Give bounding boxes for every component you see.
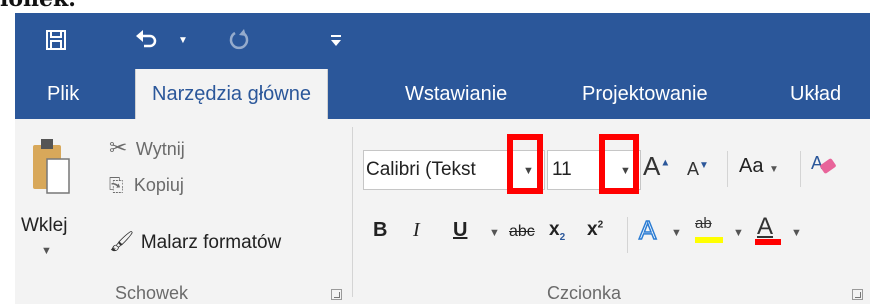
subscript-button[interactable]: x2 xyxy=(549,219,565,243)
font-color-bar xyxy=(755,239,781,245)
clipboard-dialog-launcher-icon[interactable] xyxy=(331,289,342,300)
copy-icon: ⎘ xyxy=(109,175,124,195)
cut-label: Wytnij xyxy=(135,139,185,159)
group-divider xyxy=(352,127,353,297)
strikethrough-button[interactable]: abc xyxy=(509,223,535,241)
italic-button[interactable]: I xyxy=(413,219,420,242)
copy-button[interactable]: ⎘ Kopiuj xyxy=(109,175,184,196)
annotation-highlight-font-size-dropdown xyxy=(599,134,639,194)
superscript-label: x xyxy=(587,219,598,240)
paste-icon xyxy=(31,137,71,200)
format-painter-label: Malarz formatów xyxy=(140,232,282,253)
subscript-mark: 2 xyxy=(559,231,566,243)
tab-layout[interactable]: Układ xyxy=(790,69,841,119)
ribbon-home: Wklej ▼ ✂ Wytnij ⎘ Kopiuj 🖌 Malarz forma… xyxy=(15,119,870,304)
highlight-label: ab xyxy=(695,215,712,232)
highlight-color-bar xyxy=(695,237,723,243)
paste-button[interactable]: Wklej ▼ xyxy=(15,137,87,263)
document-text-fragment: lonek. xyxy=(0,0,76,12)
format-painter-icon: 🖌 xyxy=(109,231,135,253)
quick-access-toolbar: ▼ xyxy=(15,13,870,69)
font-group-label: Czcionka xyxy=(547,283,622,303)
paste-dropdown-icon[interactable]: ▼ xyxy=(41,245,52,257)
scissors-icon: ✂ xyxy=(109,135,128,160)
svg-text:A: A xyxy=(811,153,823,173)
font-color-label: A xyxy=(757,213,774,240)
text-effects-dropdown-icon[interactable]: ▼ xyxy=(671,227,682,239)
bold-button[interactable]: B xyxy=(373,219,387,242)
change-case-button[interactable]: Aa ▼ xyxy=(739,155,779,178)
tab-design[interactable]: Projektowanie xyxy=(582,69,708,119)
format-painter-button[interactable]: 🖌 Malarz formatów xyxy=(109,229,281,254)
save-icon[interactable] xyxy=(45,29,67,56)
customize-qat-icon[interactable] xyxy=(330,33,342,52)
font-dialog-launcher-icon[interactable] xyxy=(852,289,863,300)
ribbon-tabs: Plik Narzędzia główne Wstawianie Projekt… xyxy=(15,69,870,119)
change-case-dropdown-icon: ▼ xyxy=(769,164,779,175)
undo-icon[interactable] xyxy=(133,27,159,58)
text-effects-label: A xyxy=(638,214,657,246)
cut-button[interactable]: ✂ Wytnij xyxy=(109,135,185,161)
annotation-highlight-font-name-dropdown xyxy=(507,134,543,194)
tab-home[interactable]: Narzędzia główne xyxy=(135,69,328,119)
superscript-mark: 2 xyxy=(597,219,604,231)
divider xyxy=(727,151,728,187)
grow-font-icon[interactable]: A▲ xyxy=(643,151,670,182)
divider xyxy=(627,217,628,253)
clear-formatting-icon[interactable]: A xyxy=(809,149,839,184)
font-color-button[interactable]: A xyxy=(755,213,781,245)
change-case-label: Aa xyxy=(739,155,764,177)
underline-dropdown-icon[interactable]: ▼ xyxy=(489,227,500,239)
font-color-dropdown-icon[interactable]: ▼ xyxy=(791,227,802,239)
underline-button[interactable]: U xyxy=(453,219,467,242)
clipboard-group-label: Schowek xyxy=(115,283,189,303)
superscript-button[interactable]: x2 xyxy=(587,219,603,241)
divider xyxy=(800,151,801,187)
subscript-label: x xyxy=(549,219,560,240)
paste-label: Wklej xyxy=(21,215,68,236)
text-effects-button[interactable]: A xyxy=(638,214,657,246)
font-size-value: 11 xyxy=(552,159,572,180)
copy-label: Kopiuj xyxy=(133,175,184,195)
highlight-dropdown-icon[interactable]: ▼ xyxy=(733,227,744,239)
highlight-button[interactable]: ab xyxy=(695,215,723,243)
undo-dropdown-icon[interactable]: ▼ xyxy=(178,35,188,46)
tab-insert[interactable]: Wstawianie xyxy=(405,69,507,119)
shrink-font-icon[interactable]: A▼ xyxy=(687,159,709,180)
tab-file[interactable]: Plik xyxy=(47,69,79,119)
font-name-value: Calibri (Tekst xyxy=(366,159,476,180)
redo-icon xyxy=(227,28,251,57)
